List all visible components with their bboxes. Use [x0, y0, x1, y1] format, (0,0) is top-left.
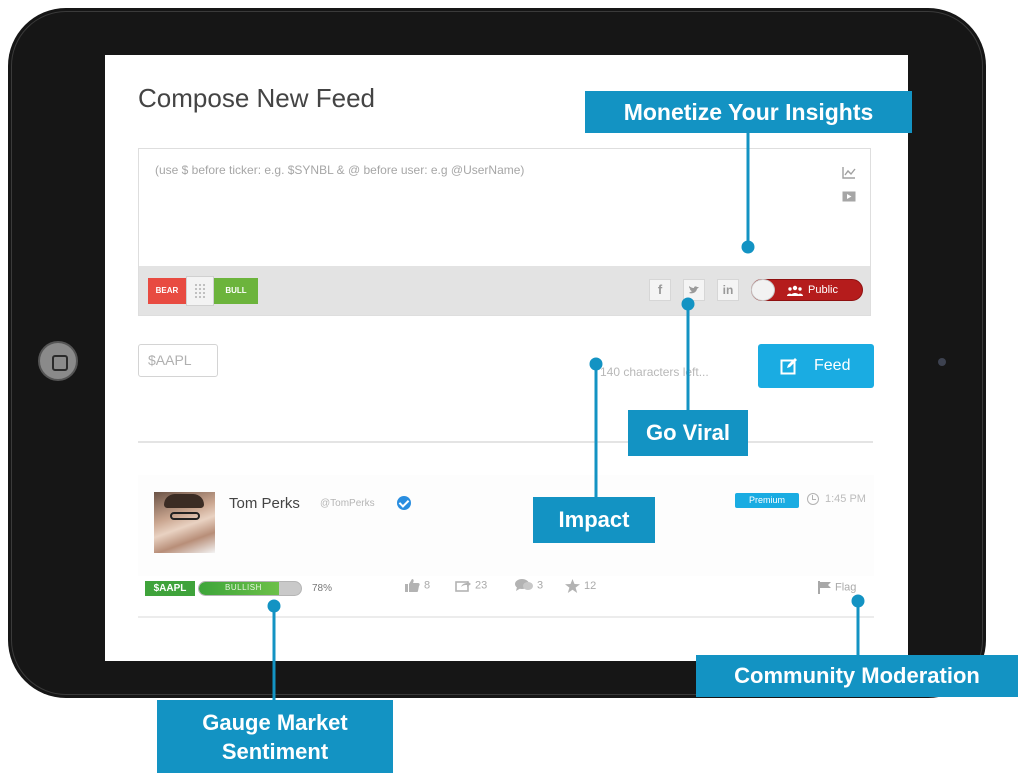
toggle-knob: [751, 279, 775, 301]
visibility-label: Public: [808, 284, 838, 296]
compose-textarea[interactable]: (use $ before ticker: e.g. $SYNBL & @ be…: [138, 148, 871, 266]
comment-button[interactable]: 3: [515, 579, 543, 592]
clock-icon: [807, 493, 819, 505]
group-icon: [787, 285, 803, 296]
feed-button-label: Feed: [814, 357, 851, 374]
callout-gauge-line2: Sentiment: [221, 739, 329, 764]
app-screen: Compose New Feed (use $ before ticker: e…: [105, 55, 908, 661]
video-icon[interactable]: [842, 191, 856, 202]
bear-option[interactable]: BEAR: [148, 278, 186, 304]
page-title: Compose New Feed: [138, 83, 375, 113]
chart-icon[interactable]: [842, 166, 856, 179]
flag-label: Flag: [835, 581, 857, 594]
post-author[interactable]: Tom Perks: [229, 495, 300, 512]
twitter-icon: [689, 286, 699, 294]
feed-button[interactable]: Feed: [758, 344, 874, 388]
callout-go-viral: Go Viral: [628, 410, 748, 456]
star-button[interactable]: 12: [565, 579, 596, 593]
comment-count: 3: [537, 579, 544, 592]
edit-icon: [780, 358, 797, 375]
visibility-toggle[interactable]: Public: [751, 279, 863, 301]
share-icon: [455, 581, 471, 592]
section-divider: [138, 441, 873, 443]
premium-badge: Premium: [735, 493, 799, 508]
feed-post: [138, 475, 874, 576]
like-button[interactable]: 8: [405, 579, 430, 592]
post-time: 1:45 PM: [825, 493, 866, 505]
post-bottom-divider: [138, 616, 874, 618]
flag-button[interactable]: Flag: [818, 581, 856, 594]
sentiment-gauge: BULLISH: [198, 581, 302, 596]
twitter-share-button[interactable]: [683, 279, 705, 301]
flag-icon: [818, 581, 831, 594]
star-icon: [565, 579, 580, 593]
like-count: 8: [424, 579, 431, 592]
sentiment-percent: 78%: [312, 583, 333, 594]
callout-monetize: Monetize Your Insights: [585, 91, 912, 133]
ticker-input[interactable]: $AAPL: [138, 344, 218, 377]
verified-icon: [397, 496, 411, 510]
sentiment-toggle-handle[interactable]: [186, 276, 214, 306]
share-button[interactable]: 23: [455, 579, 487, 592]
facebook-share-button[interactable]: f: [649, 279, 671, 301]
sentiment-label: BULLISH: [225, 583, 262, 592]
camera-icon: [938, 358, 946, 366]
callout-community-moderation: Community Moderation: [696, 655, 1018, 697]
thumbs-up-icon: [405, 579, 420, 592]
star-count: 12: [584, 579, 597, 592]
compose-placeholder: (use $ before ticker: e.g. $SYNBL & @ be…: [155, 163, 525, 177]
linkedin-share-button[interactable]: in: [717, 279, 739, 301]
characters-left: 140 characters left...: [600, 365, 709, 379]
avatar[interactable]: [154, 492, 215, 553]
post-ticker-tag[interactable]: $AAPL: [145, 581, 195, 596]
compose-toolbar: BEAR BULL f in Public: [138, 266, 871, 316]
share-count: 23: [475, 579, 488, 592]
post-handle[interactable]: @TomPerks: [320, 498, 375, 509]
home-button: [38, 341, 78, 381]
callout-gauge-line1: Gauge Market: [202, 710, 348, 735]
callout-impact: Impact: [533, 497, 655, 543]
bull-option[interactable]: BULL: [214, 278, 258, 304]
comment-icon: [515, 579, 533, 591]
callout-gauge-sentiment: Gauge Market Sentiment: [157, 700, 393, 773]
